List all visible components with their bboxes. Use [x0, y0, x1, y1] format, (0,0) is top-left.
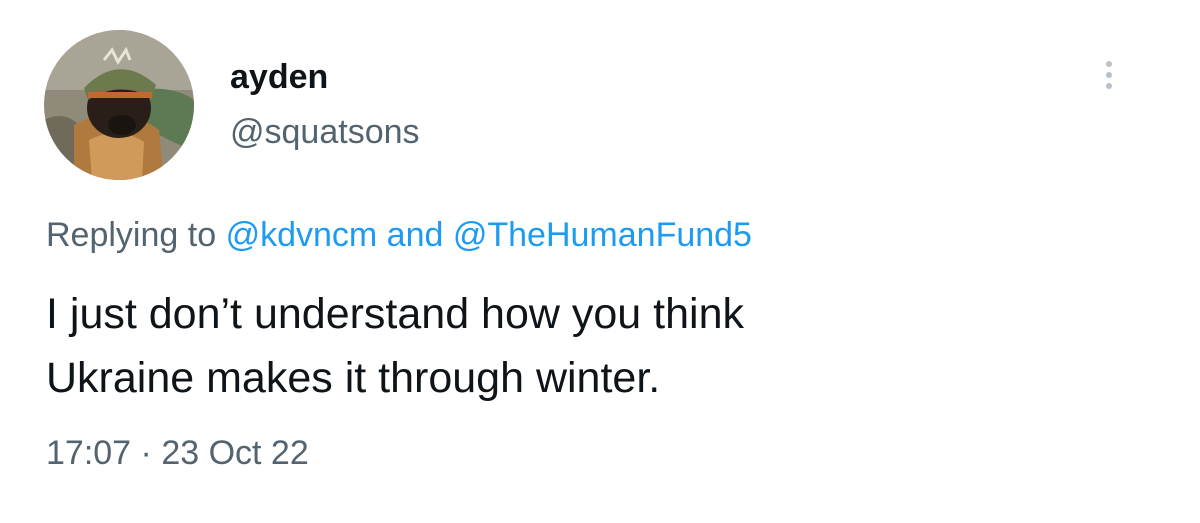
display-name[interactable]: ayden — [230, 58, 328, 97]
tweet-card: ayden @squatsons Replying to @kdvncm and… — [0, 0, 1200, 523]
mention-link[interactable]: @kdvncm — [226, 216, 378, 254]
more-vertical-icon-dot — [1106, 83, 1112, 89]
timestamp-time[interactable]: 17:07 — [46, 434, 131, 472]
more-vertical-icon — [1106, 61, 1112, 67]
replying-to-label: Replying to — [46, 216, 217, 254]
timestamp-separator: · — [140, 434, 152, 472]
user-handle[interactable]: @squatsons — [230, 113, 420, 152]
more-options-button[interactable] — [1094, 52, 1124, 98]
avatar-image — [44, 30, 194, 180]
timestamp-date[interactable]: 23 Oct 22 — [161, 434, 308, 472]
replying-to: Replying to @kdvncm and @TheHumanFund5 — [46, 216, 752, 255]
mention-joiner: and — [386, 216, 444, 254]
tweet-text-line: Ukraine makes it through winter. — [46, 354, 661, 402]
avatar[interactable] — [44, 30, 194, 180]
timestamp: 17:07 · 23 Oct 22 — [46, 434, 309, 473]
more-vertical-icon-dot — [1106, 72, 1112, 78]
tweet-text-line: I just don’t understand how you think — [46, 290, 744, 338]
mention-link[interactable]: @TheHumanFund5 — [453, 216, 752, 254]
tweet-text: I just don’t understand how you think Uk… — [46, 282, 1146, 410]
